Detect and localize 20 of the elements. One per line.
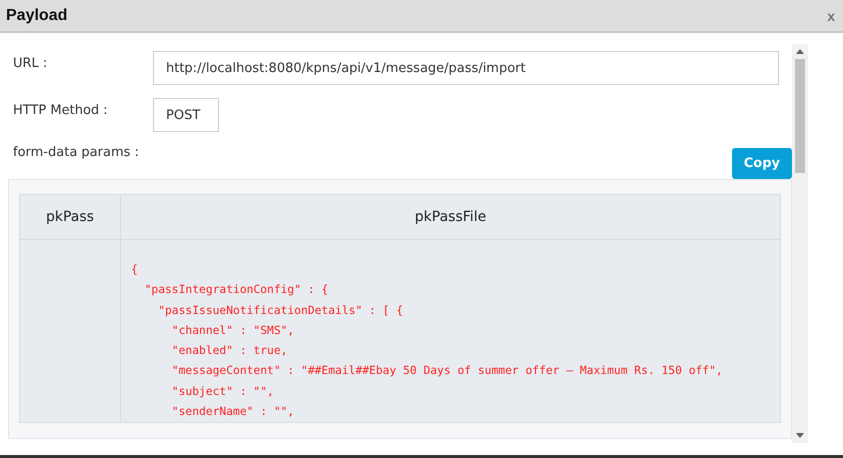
code-line: "subject" : "", [170,384,275,400]
field-label: URL : [12,55,48,71]
column-header: pkPass [20,194,120,240]
code-line: "passIssueNotificationDetails" : [ { [157,302,404,319]
scroll-down-icon[interactable] [796,433,804,438]
scrollbar-thumb[interactable] [795,59,805,173]
code-line: "senderName" : "", [170,404,296,420]
input-field[interactable]: http://localhost:8080/kpns/api/v1/message/pass/import [153,51,779,85]
code-line: { [131,262,139,278]
input-field[interactable]: POST [153,98,219,132]
code-line: "enabled" : true, [170,343,288,360]
field-label: HTTP Method : [12,102,109,118]
params-label: form-data params : [12,144,139,160]
scrollbar[interactable] [792,44,808,443]
scroll-up-icon[interactable] [796,49,804,54]
window-title: Payload [6,6,68,24]
column-header: pkPassFile [120,194,780,240]
code-line: "channel" : "SMS", [170,322,296,339]
code-line: "messageContent" : "##Email##Ebay 50 Days of summer offer – Maximum Rs. 150 off", [170,363,724,380]
code-line: "passIntegrationConfig" : { [144,282,330,298]
